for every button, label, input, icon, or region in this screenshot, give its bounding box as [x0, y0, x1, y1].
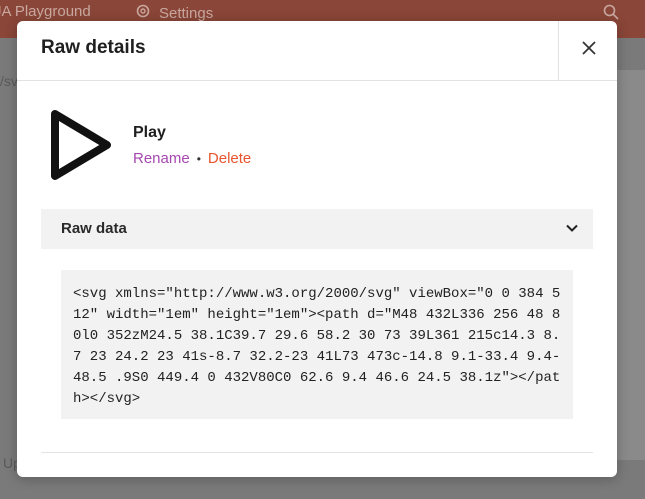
modal-title: Raw details [41, 37, 146, 58]
raw-data-accordion-toggle[interactable]: Raw data [41, 209, 593, 249]
delete-link[interactable]: Delete [208, 150, 251, 167]
close-button[interactable] [558, 21, 617, 80]
asset-actions: Rename • Delete [133, 150, 251, 167]
background-text: /sv [0, 73, 18, 89]
accordion-label: Raw data [61, 220, 127, 237]
rename-link[interactable]: Rename [133, 150, 190, 167]
raw-details-modal: Raw details Play Rename • Delete Raw dat… [17, 21, 617, 477]
footer-divider [41, 452, 593, 453]
play-outline-icon [50, 109, 112, 186]
separator-dot: • [196, 151, 201, 166]
background-panel [617, 70, 645, 460]
modal-header: Raw details [17, 21, 617, 81]
gear-icon [135, 3, 151, 23]
asset-name: Play [133, 124, 166, 141]
raw-data-code: <svg xmlns="http://www.w3.org/2000/svg" … [61, 270, 573, 419]
settings-nav-item[interactable]: Settings [135, 3, 213, 23]
close-icon [581, 40, 597, 61]
chevron-down-icon [565, 221, 579, 240]
app-title: JA Playground [0, 3, 91, 20]
settings-label: Settings [159, 4, 214, 22]
